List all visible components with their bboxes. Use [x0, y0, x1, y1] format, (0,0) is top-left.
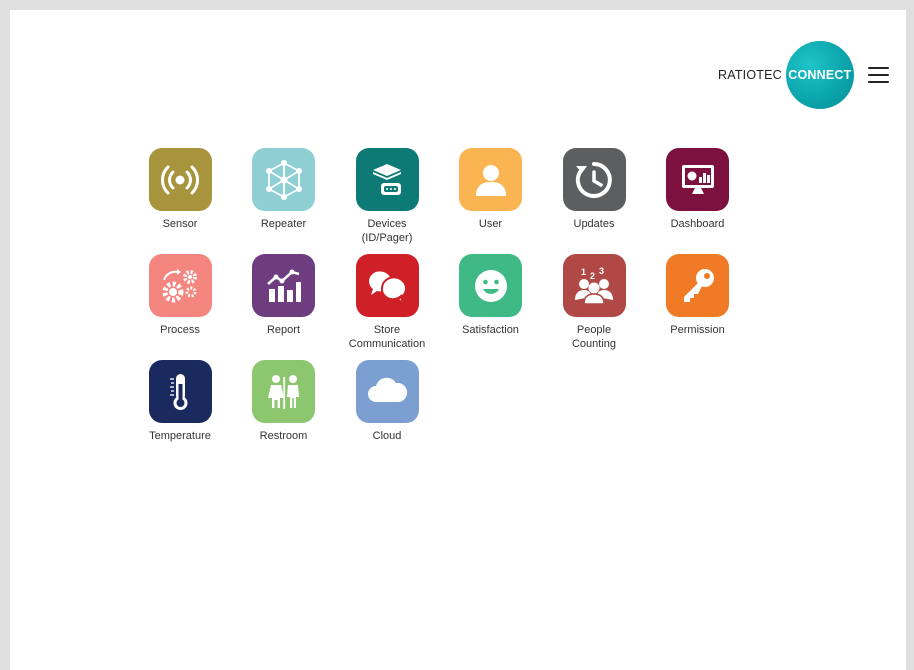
devices-stack-icon[interactable]: [355, 148, 419, 211]
svg-text:1: 1: [581, 267, 586, 277]
app-label-cloud: Cloud: [372, 430, 402, 442]
bar-chart-icon[interactable]: [252, 254, 315, 317]
brand-text: RATIOTEC: [718, 68, 782, 82]
app-tile-store-communication[interactable]: Store Communication: [342, 254, 432, 351]
app-label-repeater: Repeater: [260, 218, 307, 230]
app-tile-report[interactable]: Report: [239, 254, 329, 337]
app-tile-people-counting[interactable]: 1 2 3 People Counting: [549, 254, 639, 351]
app-tile-updates[interactable]: Updates: [549, 148, 639, 231]
smiley-icon[interactable]: [459, 254, 522, 317]
key-icon[interactable]: [666, 254, 729, 317]
app-label-permission: Permission: [670, 324, 725, 336]
app-tile-dashboard[interactable]: Dashboard: [653, 148, 743, 231]
app-tile-restroom[interactable]: Restroom: [239, 360, 329, 443]
app-tile-satisfaction[interactable]: Satisfaction: [446, 254, 536, 337]
app-tile-process[interactable]: Process: [135, 254, 225, 337]
user-icon[interactable]: [459, 148, 522, 211]
app-tile-devices[interactable]: Devices (ID/Pager): [342, 148, 432, 245]
brand-badge: CONNECT: [785, 41, 854, 109]
app-label-satisfaction: Satisfaction: [462, 324, 519, 336]
app-label-process: Process: [160, 324, 200, 336]
app-label-report: Report: [266, 324, 301, 336]
app-tile-repeater[interactable]: Repeater: [239, 148, 329, 231]
app-tile-temperature[interactable]: Temperature: [135, 360, 225, 443]
chat-bubbles-icon[interactable]: [355, 254, 419, 317]
app-label-restroom: Restroom: [259, 430, 308, 442]
app-label-dashboard: Dashboard: [670, 218, 725, 230]
svg-text:2: 2: [590, 271, 595, 281]
group-counting-icon[interactable]: 123: [562, 254, 626, 317]
app-label-store-communication: Store Communication: [348, 324, 426, 350]
brand-logo[interactable]: RATIOTEC CONNECT: [718, 41, 854, 109]
svg-text:3: 3: [599, 266, 604, 276]
cloud-icon[interactable]: [355, 360, 419, 423]
app-label-devices: Devices (ID/Pager): [361, 218, 413, 244]
app-label-user: User: [478, 218, 503, 230]
network-nodes-icon[interactable]: [252, 148, 315, 211]
app-label-temperature: Temperature: [149, 430, 211, 442]
wireless-signal-icon[interactable]: [148, 148, 212, 211]
app-label-sensor: Sensor: [162, 218, 198, 230]
app-tile-sensor[interactable]: Sensor: [135, 148, 225, 231]
gears-icon[interactable]: [148, 254, 212, 317]
app-label-updates: Updates: [573, 218, 615, 230]
app-tile-user[interactable]: User: [446, 148, 536, 231]
app-tile-permission[interactable]: Permission: [653, 254, 743, 337]
app-label-people-counting: People Counting: [571, 324, 617, 350]
hamburger-menu-icon[interactable]: [868, 67, 889, 83]
monitor-chart-icon[interactable]: [666, 148, 729, 211]
thermometer-icon[interactable]: [148, 360, 212, 423]
restroom-icon[interactable]: [252, 360, 315, 423]
app-window: RATIOTEC CONNECT: [10, 10, 906, 670]
app-tile-cloud[interactable]: Cloud: [342, 360, 432, 443]
clock-refresh-icon[interactable]: [562, 148, 626, 211]
